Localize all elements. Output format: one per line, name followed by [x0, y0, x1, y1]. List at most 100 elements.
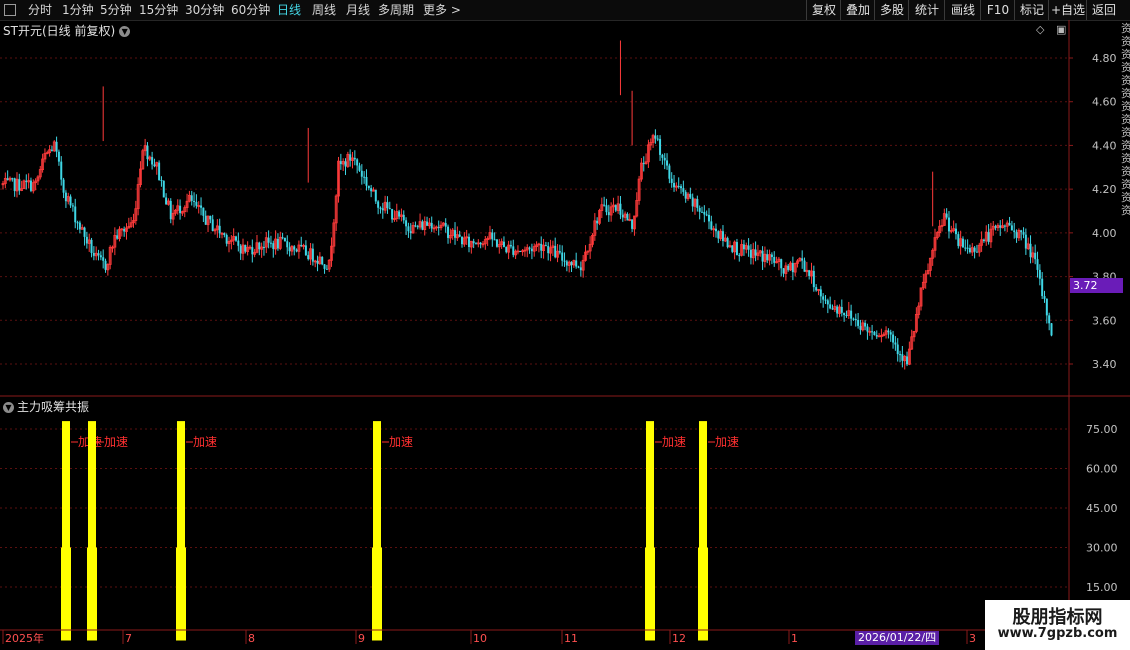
candle-body [954, 228, 957, 235]
candle-body [468, 236, 470, 247]
candle-body [57, 151, 60, 162]
candle-body [379, 207, 382, 209]
candle-body [78, 222, 81, 230]
candle-body [677, 186, 680, 188]
candle-body [840, 306, 843, 313]
candle-body [349, 154, 352, 161]
candle-body [402, 214, 405, 221]
candle-body [642, 163, 645, 165]
candle-body [325, 268, 328, 270]
candle-body [791, 263, 794, 273]
candle-body [824, 299, 827, 301]
candle-body [288, 247, 291, 252]
candle-body [74, 206, 77, 223]
candle-body [365, 176, 368, 186]
signal-label: 加速 [104, 435, 128, 449]
candle-body [528, 247, 531, 249]
watermark-url: www.7gpzb.com [997, 626, 1118, 641]
candle-body [165, 197, 168, 205]
candle-body [447, 226, 450, 238]
candle-body [829, 304, 832, 309]
candle-body [892, 334, 895, 343]
candle-body [358, 165, 361, 171]
candle-body [808, 270, 811, 276]
candle-body [458, 234, 461, 237]
candle-body [836, 306, 839, 314]
candle-body [169, 200, 172, 220]
candle-body [738, 255, 741, 257]
candle-body [945, 213, 948, 218]
candle-body [71, 205, 74, 207]
candle-body [1048, 315, 1051, 324]
price-tick-label: 4.00 [1092, 227, 1117, 240]
candle-body [262, 247, 265, 249]
candle-body [707, 214, 710, 222]
kline-chart[interactable]: 加速加速加速加速加速加速 4.804.604.404.204.003.803.6… [0, 0, 1130, 650]
indicator-tick-label: 60.00 [1086, 463, 1118, 476]
candle-body [25, 180, 28, 182]
candle-body [356, 159, 359, 166]
candle-body [987, 232, 990, 242]
indicator-tick-label: 15.00 [1086, 581, 1118, 594]
candle-body [889, 332, 892, 335]
candle-body [1029, 243, 1032, 258]
axes: 4.804.604.404.204.003.803.603.4075.0060.… [0, 20, 1130, 645]
candle-body [218, 225, 221, 234]
time-tick-label: 9 [358, 632, 365, 645]
candle-body [975, 251, 978, 253]
candle-body [323, 264, 326, 269]
candle-body [857, 319, 860, 326]
candle-body [414, 225, 417, 227]
candle-body [701, 211, 703, 213]
candle-body [92, 252, 95, 256]
candle-body [666, 160, 669, 166]
chevron-down-icon[interactable]: ▼ [119, 26, 131, 37]
candle-body [146, 145, 149, 160]
candle-body [859, 325, 862, 330]
indicator-bars: 加速加速加速加速加速加速 [61, 421, 739, 641]
candle-body [726, 238, 729, 248]
cursor-date-badge: 2026/01/22/四 [855, 631, 940, 645]
candle-body [276, 239, 279, 249]
candle-body [251, 247, 254, 255]
time-tick-label: 2025年 [5, 631, 44, 645]
candle-body [505, 246, 508, 253]
candle-body [773, 256, 776, 263]
candle-body [766, 254, 769, 261]
candle-body [691, 197, 694, 207]
right-info-strip: 资资资资资资资资资资资资资资资 [1121, 22, 1130, 217]
candle-body [735, 242, 738, 256]
candle-body [437, 226, 440, 228]
signal-bar-base [372, 547, 382, 641]
candle-body [237, 240, 240, 246]
candle-body [311, 248, 314, 262]
candle-body [283, 237, 286, 242]
candle-body [97, 253, 100, 256]
candle-body [239, 245, 242, 254]
candle-body [901, 354, 904, 361]
chevron-down-icon[interactable]: ▼ [3, 402, 14, 413]
candle-body [558, 251, 561, 253]
candle-body [416, 226, 419, 228]
candle-body [11, 178, 14, 180]
candle-body [370, 188, 373, 192]
indicator-tick-label: 75.00 [1086, 423, 1118, 436]
candle-body [761, 250, 764, 262]
candle-body [770, 254, 773, 257]
candlestick-series [1, 40, 1053, 370]
candle-body [530, 248, 533, 252]
candle-body [269, 242, 272, 244]
price-tick-label: 4.40 [1092, 139, 1117, 152]
diamond-icon[interactable]: ◇ [1036, 23, 1044, 36]
price-tick-label: 3.40 [1092, 358, 1117, 371]
candle-body [575, 260, 578, 267]
candle-body [363, 176, 366, 178]
candle-body [1013, 230, 1016, 233]
candle-body [360, 170, 363, 177]
candle-body [579, 267, 582, 271]
candle-body [405, 220, 408, 227]
candle-body [407, 226, 410, 232]
candle-body [547, 245, 550, 254]
panel-toggle-icon[interactable]: ▣ [1056, 23, 1066, 36]
candle-body [682, 188, 685, 192]
